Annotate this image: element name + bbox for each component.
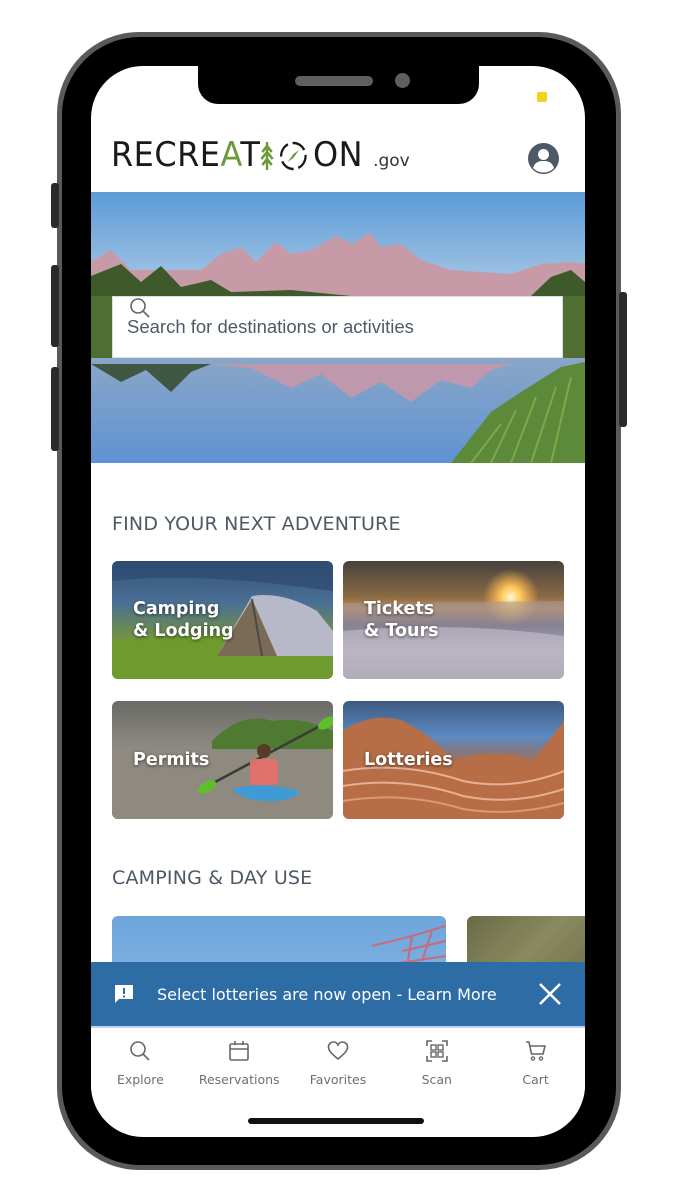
status-indicator [537, 92, 547, 102]
account-button[interactable] [528, 143, 559, 174]
nav-reservations[interactable]: Reservations [190, 1028, 289, 1098]
nav-label: Scan [421, 1072, 452, 1087]
front-camera [395, 73, 410, 88]
volume-up-button [51, 265, 59, 347]
nav-label: Favorites [309, 1072, 367, 1087]
heart-icon [327, 1041, 349, 1061]
volume-down-button [51, 367, 59, 451]
power-button [619, 292, 627, 427]
camping-section-title: CAMPING & DAY USE [112, 867, 313, 889]
feedback-alert-icon [115, 985, 133, 1003]
adventure-section-title: FIND YOUR NEXT ADVENTURE [112, 513, 401, 535]
nav-cart[interactable]: Cart [486, 1028, 585, 1098]
recreation-gov-logo[interactable]: RECREAT ON .gov [111, 138, 410, 172]
search-bar[interactable] [112, 296, 563, 358]
app-screen: RECREAT ON .gov Search for destinations … [91, 66, 585, 1137]
hero-banner [91, 192, 585, 463]
nav-scan[interactable]: Scan [387, 1028, 486, 1098]
search-icon [130, 298, 150, 318]
alert-banner: Select lotteries are now open - Learn Mo… [91, 962, 585, 1028]
qr-scan-icon [425, 1040, 448, 1062]
app-header: RECREAT ON .gov [91, 126, 585, 192]
nav-label: Explore [116, 1072, 164, 1087]
notch [198, 66, 479, 104]
bottom-nav: Explore Reservations Favorites Scan Cart [91, 1028, 585, 1098]
calendar-icon [229, 1041, 249, 1061]
tile-label: Lotteries [364, 750, 453, 770]
home-indicator[interactable] [248, 1118, 424, 1124]
tile-label: Tickets & Tours [364, 599, 439, 641]
close-icon[interactable] [537, 981, 563, 1007]
nav-explore[interactable]: Explore [91, 1028, 190, 1098]
tile-permits[interactable]: Permits [112, 701, 333, 819]
tile-lotteries[interactable]: Lotteries [343, 701, 564, 819]
search-input[interactable] [127, 316, 507, 338]
alert-learn-more-link[interactable]: Select lotteries are now open - Learn Mo… [157, 985, 497, 1004]
search-icon [130, 1041, 150, 1061]
nav-label: Cart [522, 1072, 549, 1087]
nav-favorites[interactable]: Favorites [289, 1028, 388, 1098]
speaker-grille [295, 76, 373, 86]
logo-domain: .gov [373, 151, 410, 171]
tile-tickets-tours[interactable]: Tickets & Tours [343, 561, 564, 679]
tile-label: Camping & Lodging [133, 599, 234, 641]
mute-switch [51, 183, 59, 228]
tile-label: Permits [133, 750, 210, 770]
cart-icon [525, 1041, 546, 1061]
tree-compass-icon [260, 141, 307, 171]
nav-label: Reservations [198, 1072, 280, 1087]
account-circle-icon [533, 149, 554, 173]
tile-camping-lodging[interactable]: Camping & Lodging [112, 561, 333, 679]
logo-wordmark: RECREAT ON [111, 135, 363, 175]
